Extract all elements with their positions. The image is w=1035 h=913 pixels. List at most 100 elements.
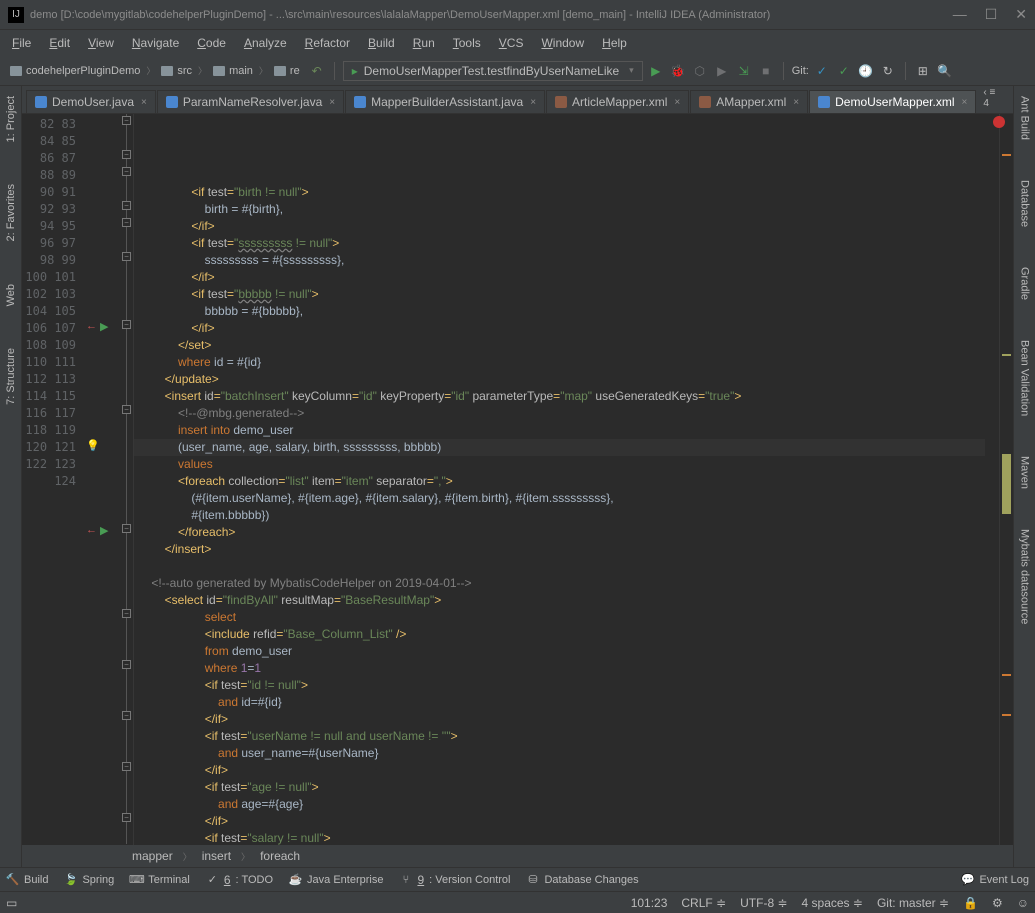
memory-indicator[interactable]: ⚙ <box>992 896 1003 910</box>
editor-tab[interactable]: ArticleMapper.xml× <box>546 90 689 113</box>
vcs-update-icon[interactable]: ✓ <box>813 62 831 80</box>
menu-edit[interactable]: Edit <box>41 33 78 53</box>
attach-button[interactable]: ⇲ <box>735 62 753 80</box>
fold-toggle[interactable]: − <box>122 660 131 669</box>
fold-toggle[interactable]: − <box>122 150 131 159</box>
nav-back-icon[interactable]: ↶ <box>308 62 326 80</box>
event-log-button[interactable]: 💬Event Log <box>961 873 1029 886</box>
menu-refactor[interactable]: Refactor <box>297 33 358 53</box>
tool-window-button[interactable]: ⌨Terminal <box>130 873 190 886</box>
tool-window-button[interactable]: ⑂9: Version Control <box>399 873 510 887</box>
coverage-button[interactable]: ⬡ <box>691 62 709 80</box>
close-button[interactable]: ✕ <box>1015 6 1027 23</box>
search-everywhere-icon[interactable]: 🔍 <box>936 62 954 80</box>
fold-toggle[interactable]: − <box>122 201 131 210</box>
menu-vcs[interactable]: VCS <box>491 33 532 53</box>
fold-toggle[interactable]: − <box>122 116 131 125</box>
status-icon[interactable]: ▭ <box>6 896 17 910</box>
tool-window-tab[interactable]: 7: Structure <box>3 342 19 411</box>
readonly-lock-icon[interactable]: 🔒 <box>963 896 978 910</box>
menu-window[interactable]: Window <box>533 33 592 53</box>
gutter-tri-green[interactable]: ▶ <box>100 524 108 537</box>
indent-setting[interactable]: 4 spaces ≑ <box>802 896 863 910</box>
tool-window-tab[interactable]: 2: Favorites <box>3 178 19 247</box>
code-editor[interactable]: <if test="birth != null"> birth = #{birt… <box>134 114 999 845</box>
editor-tab[interactable]: MapperBuilderAssistant.java× <box>345 90 545 113</box>
fold-toggle[interactable]: − <box>122 320 131 329</box>
tool-window-button[interactable]: ⛁Database Changes <box>526 873 638 886</box>
tool-window-button[interactable]: 🍃Spring <box>64 873 114 886</box>
debug-button[interactable]: 🐞 <box>669 62 687 80</box>
file-encoding[interactable]: UTF-8 ≑ <box>740 896 787 910</box>
tab-close-icon[interactable]: × <box>141 97 147 108</box>
vcs-revert-icon[interactable]: ↻ <box>879 62 897 80</box>
caret-position[interactable]: 101:23 <box>631 896 668 910</box>
tool-window-button[interactable]: ✓6: TODO <box>206 873 273 887</box>
git-branch[interactable]: Git: master ≑ <box>877 896 949 910</box>
fold-toggle[interactable]: − <box>122 218 131 227</box>
breadcrumb-item[interactable]: main <box>209 63 257 79</box>
line-separator[interactable]: CRLF ≑ <box>681 896 726 910</box>
menu-file[interactable]: File <box>4 33 39 53</box>
stop-button[interactable]: ■ <box>757 62 775 80</box>
ide-settings-icon[interactable]: ⊞ <box>914 62 932 80</box>
menu-code[interactable]: Code <box>189 33 234 53</box>
menu-tools[interactable]: Tools <box>445 33 489 53</box>
tool-window-tab[interactable]: Ant Build <box>1017 90 1033 146</box>
run-button[interactable]: ▶ <box>647 62 665 80</box>
tab-close-icon[interactable]: × <box>674 97 680 108</box>
tool-window-button[interactable]: ☕Java Enterprise <box>289 873 383 886</box>
menu-run[interactable]: Run <box>405 33 443 53</box>
maximize-button[interactable]: ☐ <box>985 6 998 23</box>
gutter-bulb[interactable]: 💡 <box>86 439 100 452</box>
tool-window-tab[interactable]: Database <box>1017 174 1033 233</box>
breadcrumb-node[interactable]: mapper <box>132 849 173 863</box>
tab-close-icon[interactable]: × <box>329 97 335 108</box>
error-stripe[interactable] <box>999 114 1013 845</box>
run-config-selector[interactable]: ▸ DemoUserMapperTest.testfindByUserNameL… <box>343 61 643 81</box>
tool-window-button[interactable]: 🔨Build <box>6 873 48 886</box>
fold-toggle[interactable]: − <box>122 252 131 261</box>
breadcrumb-item[interactable]: re <box>270 63 304 79</box>
vcs-commit-icon[interactable]: ✓ <box>835 62 853 80</box>
tab-close-icon[interactable]: × <box>793 97 799 108</box>
profile-button[interactable]: ▶ <box>713 62 731 80</box>
fold-toggle[interactable]: − <box>122 405 131 414</box>
breadcrumb-item[interactable]: codehelperPluginDemo <box>6 63 144 79</box>
editor-tab[interactable]: AMapper.xml× <box>690 90 808 113</box>
fold-toggle[interactable]: − <box>122 762 131 771</box>
tool-window-tab[interactable]: Gradle <box>1017 261 1033 306</box>
menu-view[interactable]: View <box>80 33 122 53</box>
fold-toggle[interactable]: − <box>122 167 131 176</box>
fold-toggle[interactable]: − <box>122 711 131 720</box>
tool-window-tab[interactable]: 1: Project <box>3 90 19 148</box>
tabs-overflow[interactable]: ‹ ≡ 4 <box>977 86 1009 113</box>
notifications-icon[interactable]: ☺ <box>1017 896 1029 910</box>
editor-tab[interactable]: DemoUser.java× <box>26 90 156 113</box>
tool-window-tab[interactable]: Maven <box>1017 450 1033 495</box>
editor-tab[interactable]: ParamNameResolver.java× <box>157 90 344 113</box>
fold-toggle[interactable]: − <box>122 524 131 533</box>
breadcrumb-node[interactable]: foreach <box>260 849 300 863</box>
vcs-history-icon[interactable]: 🕘 <box>857 62 875 80</box>
breadcrumb-item[interactable]: src <box>157 63 196 79</box>
gutter-tri-green[interactable]: ▶ <box>100 320 108 333</box>
fold-toggle[interactable]: − <box>122 609 131 618</box>
tool-window-tab[interactable]: Bean Validation <box>1017 334 1033 422</box>
tab-close-icon[interactable]: × <box>962 97 968 108</box>
menu-navigate[interactable]: Navigate <box>124 33 187 53</box>
menu-analyze[interactable]: Analyze <box>236 33 295 53</box>
tool-window-tab[interactable]: Web <box>3 278 19 312</box>
gutter-arrow-red[interactable]: ← <box>86 320 97 332</box>
gutter-arrow-red[interactable]: ← <box>86 524 97 536</box>
tool-window-tab[interactable]: Mybatis datasource <box>1017 523 1033 630</box>
editor-breadcrumb[interactable]: mapper〉insert〉foreach <box>22 845 1013 867</box>
minimize-button[interactable]: — <box>953 6 967 23</box>
editor-tab[interactable]: DemoUserMapper.xml× <box>809 90 976 113</box>
analysis-error-indicator[interactable] <box>993 116 1005 128</box>
tab-close-icon[interactable]: × <box>530 97 536 108</box>
menu-help[interactable]: Help <box>594 33 635 53</box>
menu-build[interactable]: Build <box>360 33 403 53</box>
breadcrumb-node[interactable]: insert <box>202 849 231 863</box>
fold-toggle[interactable]: − <box>122 813 131 822</box>
